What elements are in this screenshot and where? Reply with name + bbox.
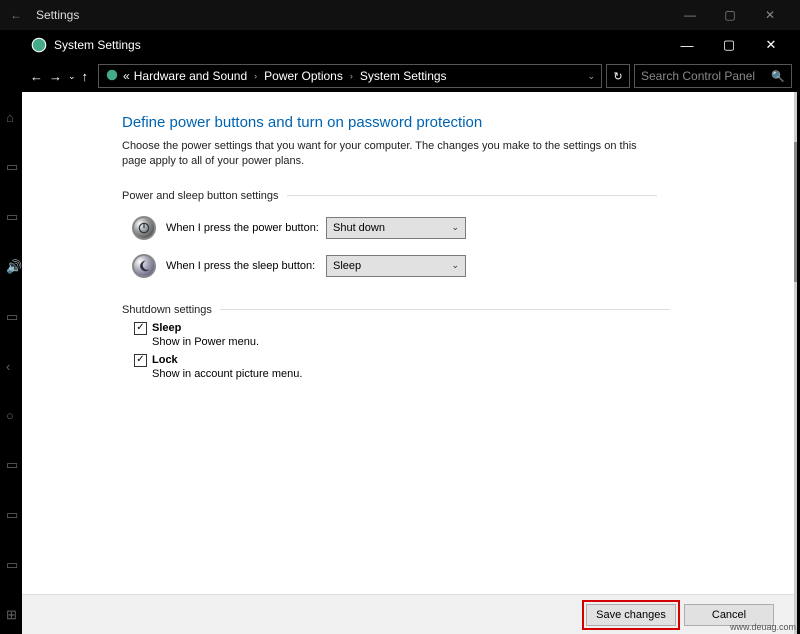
- sleep-button-label: When I press the sleep button:: [166, 260, 326, 272]
- footer-bar: Save changes Cancel: [22, 594, 794, 634]
- search-icon: 🔍: [771, 70, 785, 83]
- outer-titlebar: ← Settings — ▢ ✕: [0, 0, 800, 30]
- nav-recent-icon[interactable]: ⌄: [68, 71, 76, 82]
- outer-title: Settings: [36, 8, 670, 22]
- inner-titlebar: System Settings — ▢ ✕: [22, 30, 800, 60]
- breadcrumb[interactable]: System Settings: [360, 69, 447, 83]
- sidebar-glyph: ▭: [6, 309, 22, 325]
- content-pane: Define power buttons and turn on passwor…: [22, 92, 797, 634]
- sleep-button-dropdown[interactable]: Sleep ⌄: [326, 255, 466, 277]
- address-icon: [105, 68, 119, 85]
- lock-checkbox[interactable]: ✓: [134, 354, 147, 367]
- section-shutdown: Shutdown settings: [122, 304, 764, 316]
- power-options-icon: [30, 37, 48, 53]
- address-bar[interactable]: « Hardware and Sound › Power Options › S…: [98, 64, 602, 88]
- nav-forward-icon[interactable]: →: [49, 69, 62, 84]
- nav-arrows: ← → ⌄ ↑: [30, 69, 94, 84]
- control-panel-window: System Settings — ▢ ✕ ← → ⌄ ↑ « Hardware…: [22, 30, 800, 634]
- address-dropdown-icon[interactable]: ⌄: [587, 71, 595, 82]
- back-arrow-icon[interactable]: ←: [10, 8, 22, 22]
- lock-checkbox-desc: Show in account picture menu.: [152, 368, 764, 380]
- breadcrumb[interactable]: Hardware and Sound: [134, 69, 247, 83]
- sidebar-glyph: ▭: [6, 557, 22, 573]
- chevron-right-icon: ›: [251, 71, 260, 81]
- chevron-down-icon: ⌄: [451, 222, 459, 233]
- sleep-button-row: When I press the sleep button: Sleep ⌄: [132, 254, 764, 278]
- outer-close-button[interactable]: ✕: [750, 8, 790, 22]
- search-input[interactable]: Search Control Panel 🔍: [634, 64, 792, 88]
- inner-close-button[interactable]: ✕: [750, 37, 792, 53]
- inner-max-button[interactable]: ▢: [708, 37, 750, 53]
- chevron-right-icon: ›: [347, 71, 356, 81]
- refresh-button[interactable]: ↻: [606, 64, 630, 88]
- search-placeholder: Search Control Panel: [641, 69, 771, 83]
- sidebar-glyph: ▭: [6, 507, 22, 523]
- lock-checkbox-label: Lock: [152, 354, 178, 366]
- outer-max-button[interactable]: ▢: [710, 8, 750, 22]
- checkbox-lock-row: ✓ Lock Show in account picture menu.: [134, 354, 764, 380]
- inner-min-button[interactable]: —: [666, 38, 708, 53]
- nav-back-icon[interactable]: ←: [30, 69, 43, 84]
- checkbox-sleep-row: ✓ Sleep Show in Power menu.: [134, 322, 764, 348]
- power-button-label: When I press the power button:: [166, 222, 326, 234]
- sidebar-glyph: 🔊: [6, 259, 22, 275]
- sidebar-glyph: ▭: [6, 209, 22, 225]
- crumb-prefix: «: [123, 69, 130, 83]
- sidebar-glyph: ▭: [6, 159, 22, 175]
- page-title: Define power buttons and turn on passwor…: [122, 114, 764, 131]
- breadcrumb[interactable]: Power Options: [264, 69, 343, 83]
- sidebar-glyph: ‹: [6, 359, 22, 374]
- sidebar-glyph: ⊞: [6, 607, 22, 623]
- sleep-checkbox-label: Sleep: [152, 322, 181, 334]
- dropdown-value: Sleep: [333, 260, 361, 272]
- nav-bar: ← → ⌄ ↑ « Hardware and Sound › Power Opt…: [22, 60, 800, 92]
- settings-sidebar-partial: ⌂ ▭ ▭ 🔊 ▭ ‹ ○ ▭ ▭ ▭ ⊞: [6, 110, 22, 623]
- inner-title-text: System Settings: [54, 38, 666, 52]
- sidebar-glyph: ▭: [6, 457, 22, 473]
- save-changes-button[interactable]: Save changes: [586, 604, 676, 626]
- outer-min-button[interactable]: —: [670, 8, 710, 22]
- sleep-checkbox-desc: Show in Power menu.: [152, 336, 764, 348]
- sidebar-glyph: ⌂: [6, 110, 22, 125]
- power-icon: [132, 216, 156, 240]
- power-button-row: When I press the power button: Shut down…: [132, 216, 764, 240]
- section-label-text: Power and sleep button settings: [122, 190, 279, 202]
- power-button-dropdown[interactable]: Shut down ⌄: [326, 217, 466, 239]
- page-description: Choose the power settings that you want …: [122, 139, 662, 170]
- sleep-icon: [132, 254, 156, 278]
- nav-up-icon[interactable]: ↑: [82, 69, 89, 84]
- scrollbar-thumb[interactable]: [794, 142, 797, 282]
- sidebar-glyph: ○: [6, 408, 22, 423]
- sleep-checkbox[interactable]: ✓: [134, 322, 147, 335]
- chevron-down-icon: ⌄: [451, 260, 459, 271]
- section-label-text: Shutdown settings: [122, 304, 212, 316]
- watermark: www.deuag.com: [730, 622, 796, 632]
- section-power-sleep: Power and sleep button settings: [122, 190, 764, 202]
- dropdown-value: Shut down: [333, 222, 385, 234]
